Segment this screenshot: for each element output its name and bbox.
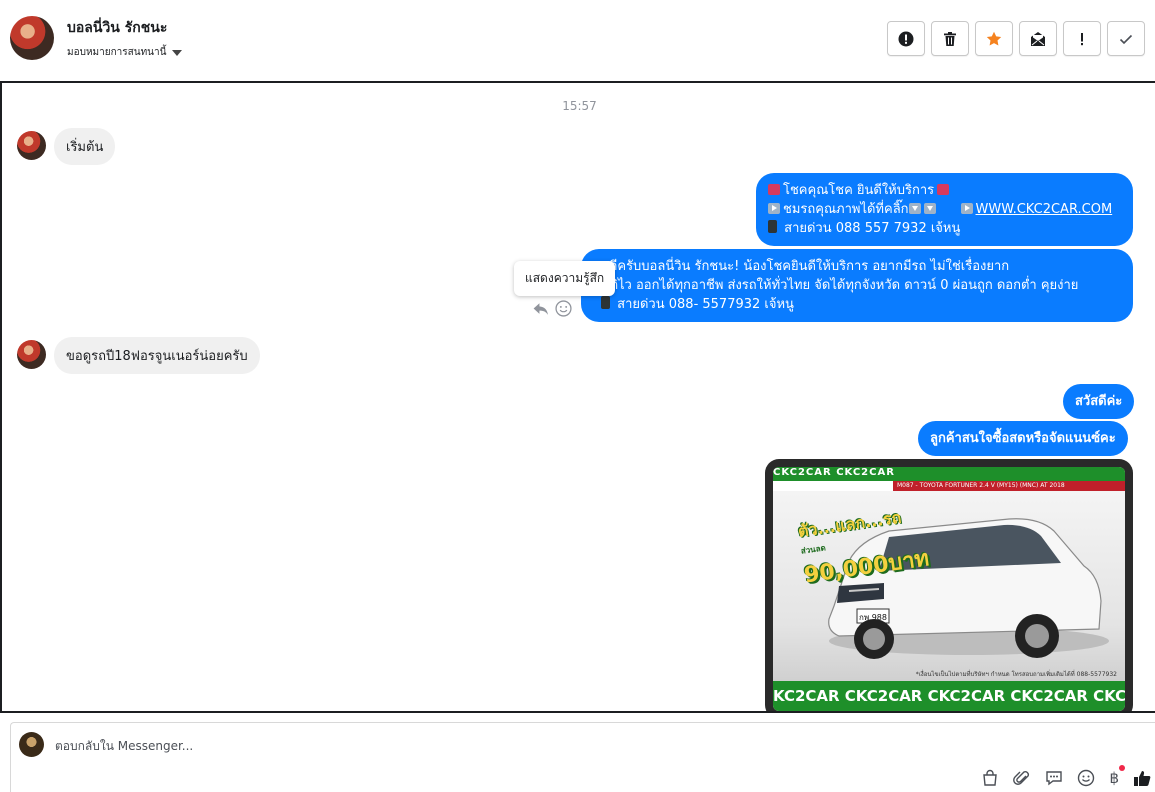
payment-baht-icon[interactable]: ฿ bbox=[1109, 765, 1125, 787]
car-model-bar: M087 - TOYOTA FORTUNER 2.4 V (MY15) (MNC… bbox=[893, 481, 1125, 491]
promo-line-3: สายด่วน 088 557 7932 เจ้หนู bbox=[768, 219, 1121, 238]
spam-button[interactable] bbox=[887, 21, 925, 56]
message-actions bbox=[532, 300, 572, 317]
toolbar bbox=[887, 21, 1145, 56]
assign-conversation-dropdown[interactable]: มอบหมายการสนทนานี้ bbox=[67, 45, 183, 60]
welcome-line-2: มัติไว ออกได้ทุกอาชีพ ส่งรถให้ทั่วไทย จั… bbox=[601, 278, 1079, 293]
composer-toolbar: ฿ bbox=[981, 765, 1151, 787]
emoji-icon[interactable] bbox=[1077, 769, 1095, 787]
contact-avatar[interactable] bbox=[10, 16, 54, 60]
star-icon bbox=[986, 31, 1002, 45]
down-arrow-icon bbox=[923, 203, 936, 214]
trash-icon bbox=[944, 31, 956, 46]
outgoing-message-promo[interactable]: โชคคุณโชค ยินดีให้บริการ ชมรถคุณภาพได้ที… bbox=[756, 173, 1133, 246]
incoming-message[interactable]: ขอดูรถปี18ฟอรจูนเนอร์น่อยครับ bbox=[54, 337, 260, 374]
exclamation-circle-icon bbox=[898, 31, 914, 46]
follow-up-button[interactable] bbox=[1063, 21, 1101, 56]
sender-avatar[interactable] bbox=[17, 131, 46, 160]
welcome-line-3: สายด่วน 088- 5577932 เจ้หนู bbox=[601, 295, 1121, 314]
react-tooltip: แสดงความรู้สึก bbox=[514, 261, 616, 296]
promo-line-2: ชมรถคุณภาพได้ที่คลิ๊ก WWW.CKC2CAR.COM bbox=[768, 200, 1121, 219]
message-timestamp: 15:57 bbox=[562, 99, 597, 113]
car-image: CKC2CAR CKC2CAR M087 - TOYOTA FORTUNER 2… bbox=[773, 467, 1125, 711]
car-image-attachment[interactable]: CKC2CAR CKC2CAR M087 - TOYOTA FORTUNER 2… bbox=[765, 459, 1133, 711]
check-icon bbox=[1119, 34, 1133, 44]
outgoing-message[interactable]: สวัสดีค่ะ bbox=[1063, 384, 1135, 419]
caret-down-icon bbox=[172, 49, 183, 56]
page-avatar bbox=[19, 732, 44, 757]
sender-avatar[interactable] bbox=[17, 340, 46, 369]
outgoing-message-welcome[interactable]: สดีครับบอลนี่วิน รักชนะ! น้องโชคยินดีให้… bbox=[581, 249, 1133, 322]
conversation-header: บอลนี่วิน รักชนะ มอบหมายการสนทนานี้ bbox=[0, 0, 1155, 80]
done-button[interactable] bbox=[1107, 21, 1145, 56]
smiley-icon[interactable] bbox=[555, 300, 572, 317]
red-square-icon bbox=[937, 184, 950, 195]
mark-unread-button[interactable] bbox=[1019, 21, 1057, 56]
incoming-message[interactable]: เริ่มต้น bbox=[54, 128, 116, 165]
website-link[interactable]: WWW.CKC2CAR.COM bbox=[976, 202, 1113, 217]
exclamation-icon bbox=[1081, 32, 1083, 45]
paperclip-icon[interactable] bbox=[1013, 769, 1031, 787]
contact-name[interactable]: บอลนี่วิน รักชนะ bbox=[67, 17, 167, 39]
image-bottom-strip: KC2CAR CKC2CAR CKC2CAR CKC2CAR CKC2CAR C… bbox=[773, 681, 1125, 711]
car-photo: กพ 988 ตัว...แลก...รถ ส่วนลด 90,000บาท bbox=[773, 491, 1125, 681]
outgoing-message[interactable]: ลูกค้าสนใจซื้อสดหรือจัดแนนซ์คะ bbox=[918, 421, 1128, 456]
phone-icon bbox=[601, 296, 610, 309]
reply-input[interactable] bbox=[55, 739, 955, 753]
shopping-bag-icon[interactable] bbox=[981, 769, 999, 787]
saved-reply-icon[interactable] bbox=[1045, 769, 1063, 787]
thumbs-up-icon[interactable] bbox=[1133, 769, 1151, 787]
red-square-icon bbox=[768, 184, 780, 195]
star-button[interactable] bbox=[975, 21, 1013, 56]
play-icon bbox=[960, 203, 973, 214]
envelope-icon bbox=[1031, 31, 1045, 46]
image-phone-note: *เงื่อนไขเป็นไปตามที่บริษัทฯ กำหนด โทรสอ… bbox=[915, 671, 1117, 678]
play-icon bbox=[768, 203, 780, 214]
down-arrow-icon bbox=[908, 203, 921, 214]
delete-button[interactable] bbox=[931, 21, 969, 56]
conversation-thread[interactable]: 15:57 เริ่มต้น โชคคุณโชค ยินดีให้บริการ … bbox=[0, 81, 1155, 713]
reply-icon[interactable] bbox=[532, 300, 549, 317]
promo-line-1: โชคคุณโชค ยินดีให้บริการ bbox=[768, 181, 1121, 200]
assign-label: มอบหมายการสนทนานี้ bbox=[67, 47, 167, 58]
notification-dot bbox=[1119, 765, 1125, 771]
image-top-strip: CKC2CAR CKC2CAR bbox=[773, 467, 1125, 481]
welcome-line-1: สดีครับบอลนี่วิน รักชนะ! น้องโชคยินดีให้… bbox=[601, 259, 1010, 274]
phone-icon bbox=[768, 220, 777, 233]
reply-composer: ฿ bbox=[10, 722, 1155, 792]
